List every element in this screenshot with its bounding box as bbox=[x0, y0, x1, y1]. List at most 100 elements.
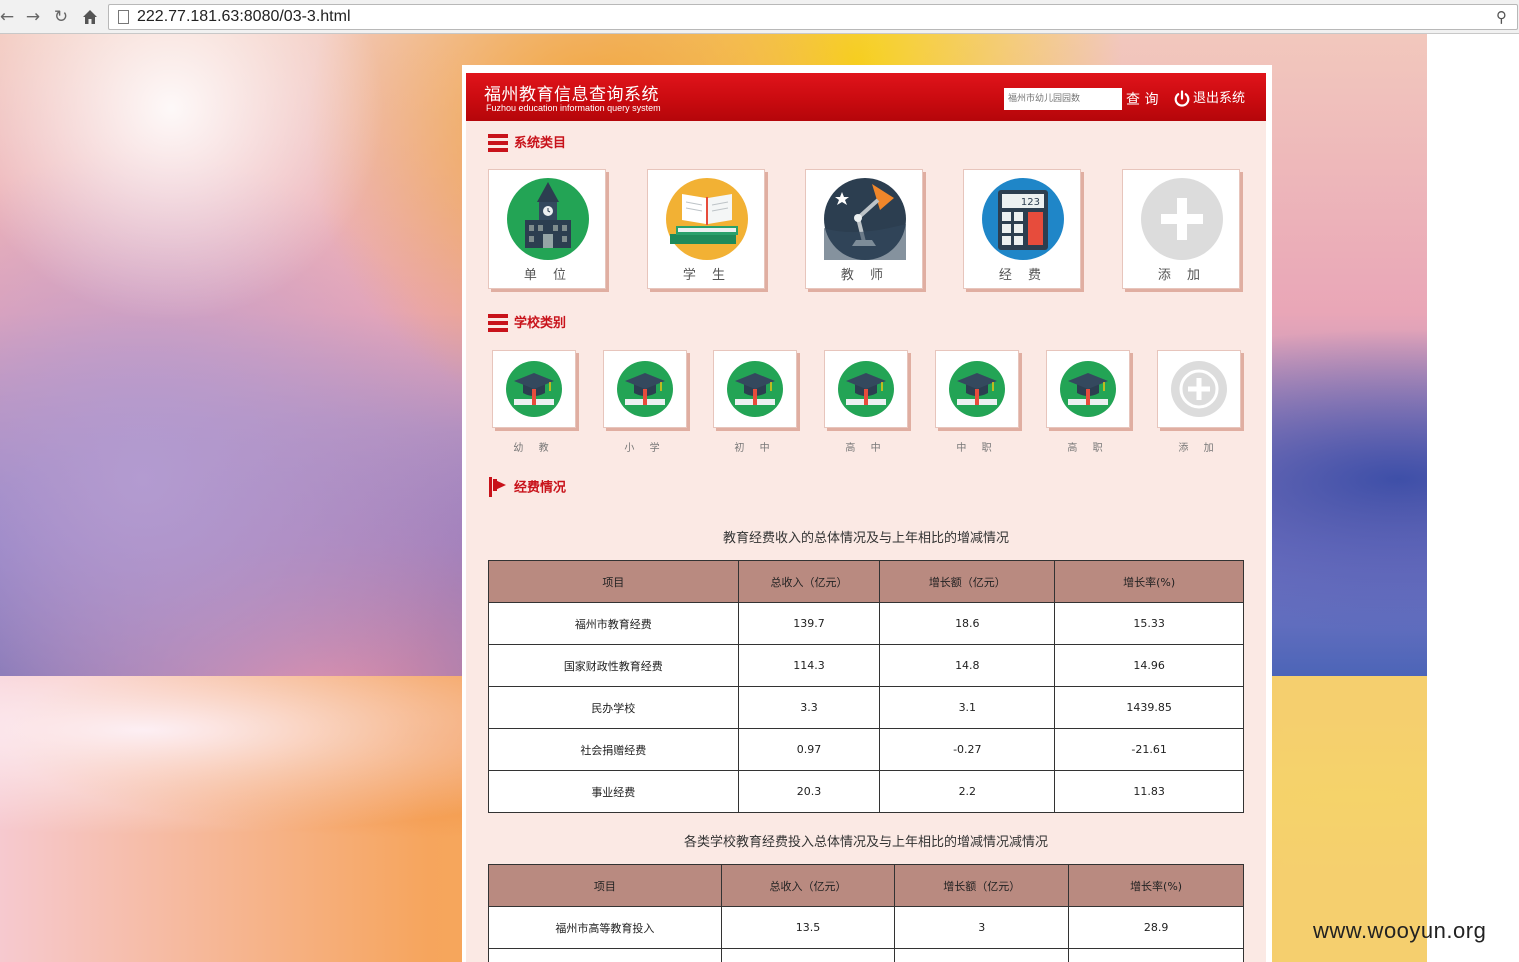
logout-label: 退出系统 bbox=[1193, 91, 1246, 106]
table-cell: 国家财政性教育经费 bbox=[488, 644, 739, 687]
watermark: www.wooyun.org bbox=[1313, 918, 1487, 943]
table-cell: 福州市高等教育投入 bbox=[488, 906, 722, 949]
category-unit[interactable]: 单 位 bbox=[488, 169, 606, 289]
calculator-icon: 123 bbox=[982, 178, 1064, 260]
main-panel: 福州教育信息查询系统 Fuzhou education information … bbox=[462, 65, 1272, 962]
column-header: 项目 bbox=[488, 560, 739, 603]
table-cell: 1439.85 bbox=[1054, 686, 1244, 729]
table-cell: 114.3 bbox=[737, 644, 881, 687]
table-caption: 各类学校教育经费投入总体情况及与上年相比的增减情况减情况 bbox=[683, 835, 1048, 850]
table-cell: 18.6 bbox=[879, 602, 1056, 645]
home-icon[interactable] bbox=[79, 6, 101, 28]
school-type-primary[interactable] bbox=[603, 350, 687, 428]
category-student[interactable]: 学 生 bbox=[647, 169, 765, 289]
books-icon bbox=[666, 178, 748, 260]
category-label: 学 生 bbox=[682, 268, 732, 283]
content-area: 福州教育信息查询系统 Fuzhou education information … bbox=[466, 73, 1266, 962]
table-cell: 14.96 bbox=[1054, 644, 1244, 687]
graduation-cap-icon bbox=[506, 361, 562, 417]
reload-icon[interactable]: ↻ bbox=[50, 6, 72, 28]
app-header: 福州教育信息查询系统 Fuzhou education information … bbox=[466, 73, 1266, 121]
table-cell: 3.1 bbox=[879, 686, 1056, 729]
url-text: 222.77.181.63:8080/03-3.html bbox=[137, 8, 351, 25]
table-cell bbox=[1068, 948, 1244, 962]
table-cell: 事业经费 bbox=[488, 770, 739, 813]
arrow-right-icon[interactable]: → bbox=[22, 6, 44, 28]
power-icon bbox=[1174, 89, 1190, 107]
school-type-junior-high[interactable] bbox=[713, 350, 797, 428]
category-label: 添 加 bbox=[1157, 268, 1207, 283]
graduation-cap-icon bbox=[727, 361, 783, 417]
desk-lamp-icon bbox=[824, 178, 906, 260]
school-investment-table: 项目 总收入（亿元） 增长额（亿元） 增长率(%) 福州市高等教育投入 13.5… bbox=[488, 864, 1244, 962]
table-cell bbox=[894, 948, 1070, 962]
logout-button[interactable]: 退出系统 bbox=[1173, 87, 1245, 108]
table-row: 社会捐赠经费 0.97 -0.27 -21.61 bbox=[488, 728, 1244, 771]
table-cell: 28.9 bbox=[1068, 906, 1244, 949]
table-row bbox=[488, 948, 1244, 962]
table-cell: 2.2 bbox=[879, 770, 1056, 813]
search-input[interactable] bbox=[1004, 88, 1122, 110]
category-add[interactable]: 添 加 bbox=[1122, 169, 1240, 289]
table-cell: 13.5 bbox=[720, 906, 896, 949]
table-cell: 3 bbox=[894, 906, 1070, 949]
table-row: 民办学校 3.3 3.1 1439.85 bbox=[488, 686, 1244, 729]
table-cell: 福州市教育经费 bbox=[488, 602, 739, 645]
column-header: 增长率(%) bbox=[1054, 560, 1244, 603]
search-icon[interactable]: ⚲ bbox=[1496, 8, 1507, 26]
svg-text:123: 123 bbox=[1021, 197, 1040, 208]
table-cell bbox=[720, 948, 896, 962]
menu-icon bbox=[488, 133, 508, 152]
category-teacher[interactable]: 教 师 bbox=[805, 169, 923, 289]
table-row: 事业经费 20.3 2.2 11.83 bbox=[488, 770, 1244, 813]
column-header: 总收入（亿元） bbox=[737, 560, 881, 603]
school-type-label: 高 职 bbox=[1067, 443, 1109, 454]
table-cell: 20.3 bbox=[737, 770, 881, 813]
school-type-secondary-vocational[interactable] bbox=[935, 350, 1019, 428]
search-button[interactable]: 查 询 bbox=[1126, 89, 1158, 109]
table-cell: 3.3 bbox=[737, 686, 881, 729]
column-header: 项目 bbox=[488, 864, 722, 907]
graduation-cap-icon bbox=[838, 361, 894, 417]
school-type-label: 小 学 bbox=[624, 443, 666, 454]
category-section-title: 系统类目 bbox=[488, 133, 566, 155]
category-label: 经 费 bbox=[998, 268, 1048, 283]
page-icon bbox=[118, 10, 129, 24]
category-label: 单 位 bbox=[523, 268, 573, 283]
table-cell bbox=[488, 948, 722, 962]
table-cell: 14.8 bbox=[879, 644, 1056, 687]
school-type-add[interactable] bbox=[1157, 350, 1241, 428]
school-building-icon bbox=[507, 178, 589, 260]
table-cell: -0.27 bbox=[879, 728, 1056, 771]
table-cell: 社会捐赠经费 bbox=[488, 728, 739, 771]
table-header-row: 项目 总收入（亿元） 增长额（亿元） 增长率(%) bbox=[488, 864, 1244, 907]
column-header: 增长额（亿元） bbox=[879, 560, 1056, 603]
table-header-row: 项目 总收入（亿元） 增长额（亿元） 增长率(%) bbox=[488, 560, 1244, 603]
school-type-label: 高 中 bbox=[845, 443, 887, 454]
graduation-cap-icon bbox=[1060, 361, 1116, 417]
school-type-label: 幼 教 bbox=[513, 443, 555, 454]
menu-icon bbox=[488, 313, 508, 332]
school-type-kindergarten[interactable] bbox=[492, 350, 576, 428]
table-row: 福州市教育经费 139.7 18.6 15.33 bbox=[488, 602, 1244, 645]
plus-circle-icon bbox=[1171, 361, 1227, 417]
browser-toolbar: ← → ↻ 222.77.181.63:8080/03-3.html ⚲ bbox=[0, 0, 1519, 34]
column-header: 增长额（亿元） bbox=[894, 864, 1070, 907]
school-type-label: 添 加 bbox=[1178, 443, 1220, 454]
address-bar[interactable]: 222.77.181.63:8080/03-3.html ⚲ bbox=[108, 4, 1518, 30]
school-type-senior-high[interactable] bbox=[824, 350, 908, 428]
table-row: 国家财政性教育经费 114.3 14.8 14.96 bbox=[488, 644, 1244, 687]
funding-income-table: 项目 总收入（亿元） 增长额（亿元） 增长率(%) 福州市教育经费 139.7 … bbox=[488, 560, 1244, 813]
category-funding[interactable]: 123 经 费 bbox=[963, 169, 1081, 289]
table-cell: 139.7 bbox=[737, 602, 881, 645]
arrow-left-icon[interactable]: ← bbox=[0, 6, 18, 28]
column-header: 增长率(%) bbox=[1068, 864, 1244, 907]
school-type-label: 中 职 bbox=[956, 443, 998, 454]
table-cell: 0.97 bbox=[737, 728, 881, 771]
table-caption: 教育经费收入的总体情况及与上年相比的增减情况 bbox=[722, 531, 1009, 546]
app-title: 福州教育信息查询系统 bbox=[484, 85, 659, 105]
app-subtitle: Fuzhou education information query syste… bbox=[486, 103, 661, 113]
table-cell: -21.61 bbox=[1054, 728, 1244, 771]
funding-section-title: 经费情况 bbox=[488, 477, 566, 499]
school-type-higher-vocational[interactable] bbox=[1046, 350, 1130, 428]
